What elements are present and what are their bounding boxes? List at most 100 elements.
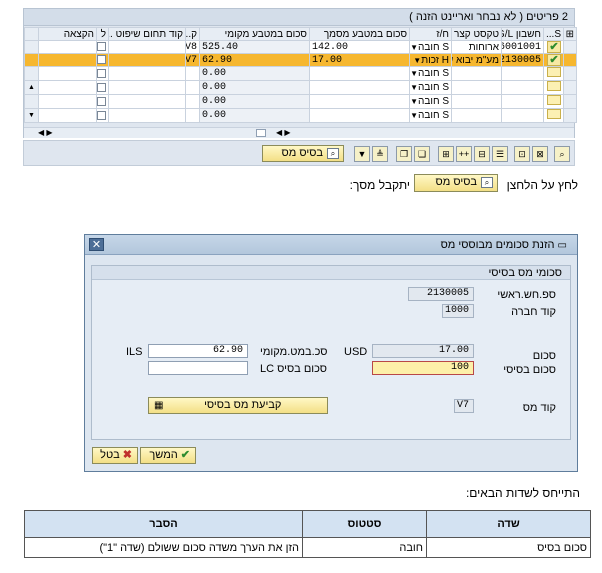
scroll-up-arrow[interactable]: ▲ (24, 80, 39, 95)
tax-code-cell[interactable]: V7 (185, 53, 200, 67)
gl-account-cell[interactable]: 6001001 (501, 40, 544, 54)
debit-credit-cell[interactable]: S חובה▼ (409, 40, 452, 54)
checkbox[interactable] (97, 82, 106, 92)
col-tax-code[interactable]: ק... (185, 27, 200, 41)
l-cell[interactable] (96, 80, 109, 95)
scroll-thumb[interactable] (256, 129, 266, 137)
l-cell[interactable] (96, 40, 109, 54)
cancel-button[interactable]: ✖ בטל (92, 447, 138, 464)
local-amount-field[interactable]: 62.90 (148, 344, 248, 358)
debit-credit-cell[interactable]: H זכות▼ (409, 53, 452, 67)
gl-account-cell[interactable]: 2130005 (501, 53, 544, 67)
paste-icon[interactable]: ❏ (414, 146, 430, 162)
dropdown-arrow-icon[interactable]: ▼ (411, 97, 419, 106)
scroll-down-arrow[interactable]: ▼ (24, 108, 39, 123)
gl-account-cell[interactable] (501, 94, 544, 109)
scroll-left-arrow-icon[interactable]: ◀ ▶ (38, 128, 53, 137)
jurisdiction-cell[interactable] (108, 53, 186, 67)
row-selector[interactable] (563, 66, 577, 81)
tax-basis-button[interactable]: ⌕ בסיס מס (262, 145, 344, 162)
row-selector-header[interactable]: ⊞ (563, 27, 577, 41)
table-row[interactable]: ✔ 6001001 ארוחות S חובה▼ 142.00 525.40 V… (24, 40, 577, 54)
jurisdiction-cell[interactable] (108, 108, 186, 123)
checkbox[interactable] (97, 55, 106, 65)
col-l[interactable]: ל (96, 27, 109, 41)
scroll-right-arrow-icon[interactable]: ◀ ▶ (276, 128, 291, 137)
col-short-text[interactable]: טקסט קצר (451, 27, 502, 41)
short-text-cell[interactable] (451, 80, 502, 95)
assignment-cell[interactable] (38, 40, 97, 54)
insert-row-icon[interactable]: ⊞ (438, 146, 454, 162)
lc-basis-input[interactable] (148, 361, 248, 375)
tax-code-cell[interactable] (185, 80, 200, 95)
row-selector[interactable] (563, 94, 577, 109)
doc-amount-cell[interactable] (309, 66, 410, 81)
jurisdiction-cell[interactable] (108, 80, 186, 95)
close-icon[interactable]: ✕ (89, 238, 104, 251)
debit-credit-cell[interactable]: S חובה▼ (409, 94, 452, 109)
l-cell[interactable] (96, 94, 109, 109)
jurisdiction-cell[interactable] (108, 40, 186, 54)
tax-code-cell[interactable]: V8 (185, 40, 200, 54)
tax-code-cell[interactable] (185, 94, 200, 109)
tax-code-cell[interactable] (185, 66, 200, 81)
doc-amount-cell[interactable]: 17.00 (309, 53, 410, 67)
dropdown-arrow-icon[interactable]: ▼ (413, 56, 421, 65)
gl-account-cell[interactable] (501, 80, 544, 95)
details-icon[interactable]: ☰ (492, 146, 508, 162)
l-cell[interactable] (96, 108, 109, 123)
col-status[interactable]: S... (543, 27, 564, 41)
row-selector[interactable] (563, 108, 577, 123)
doc-amount-cell[interactable] (309, 94, 410, 109)
assignment-cell[interactable] (38, 108, 97, 123)
short-text-cell[interactable] (451, 94, 502, 109)
delete-row-icon[interactable]: ⊟ (474, 146, 490, 162)
basis-amount-input[interactable]: 100 (372, 361, 474, 375)
continue-button[interactable]: ✔ המשך (140, 447, 196, 464)
scrollbar-track[interactable] (24, 94, 39, 109)
row-selector[interactable] (563, 80, 577, 95)
assignment-cell[interactable] (38, 66, 97, 81)
table-row[interactable]: S חובה▼ 0.00 (24, 66, 577, 81)
l-cell[interactable] (96, 53, 109, 67)
col-debit-credit[interactable]: ח/ז (409, 27, 452, 41)
row-selector[interactable] (563, 40, 577, 54)
col-jurisdiction[interactable]: קוד תחום שיפוט ... (108, 27, 186, 41)
assignment-cell[interactable] (38, 80, 97, 95)
col-assignment[interactable]: הקצאה (38, 27, 97, 41)
short-text-cell[interactable]: מע"מ יבוא ש (451, 53, 502, 67)
jurisdiction-cell[interactable] (108, 66, 186, 81)
checkbox[interactable] (97, 110, 106, 120)
short-text-cell[interactable] (451, 66, 502, 81)
horizontal-scrollbar[interactable]: ◀ ▶ ◀ ▶ (24, 127, 574, 138)
short-text-cell[interactable]: ארוחות (451, 40, 502, 54)
table-row[interactable]: S חובה▼ 0.00 ▲ (24, 80, 577, 95)
debit-credit-cell[interactable]: S חובה▼ (409, 108, 452, 123)
col-doc-amount[interactable]: סכום במטבע מסמך (309, 27, 410, 41)
row-selector[interactable] (563, 53, 577, 67)
l-cell[interactable] (96, 66, 109, 81)
checkbox[interactable] (97, 96, 106, 106)
dropdown-arrow-icon[interactable]: ▼ (411, 83, 419, 92)
short-text-cell[interactable] (451, 108, 502, 123)
checkbox[interactable] (97, 42, 106, 52)
copy-icon[interactable]: ❐ (396, 146, 412, 162)
select-all-icon[interactable]: ⊡ (514, 146, 530, 162)
col-local-amount[interactable]: סכום במטבע מקומי (199, 27, 310, 41)
doc-amount-cell[interactable] (309, 108, 410, 123)
debit-credit-cell[interactable]: S חובה▼ (409, 80, 452, 95)
dropdown-arrow-icon[interactable]: ▼ (411, 111, 419, 120)
table-row-selected[interactable]: ✔ 2130005 מע"מ יבוא ש H זכות▼ 17.00 62.9… (24, 53, 577, 67)
gl-account-cell[interactable] (501, 66, 544, 81)
sort-icon[interactable]: ≜ (372, 146, 388, 162)
col-gl-account[interactable]: חשבון G/L (501, 27, 544, 41)
assignment-cell[interactable] (38, 53, 97, 67)
dropdown-arrow-icon[interactable]: ▼ (411, 69, 419, 78)
checkbox[interactable] (97, 68, 106, 78)
debit-credit-cell[interactable]: S חובה▼ (409, 66, 452, 81)
assignment-cell[interactable] (38, 94, 97, 109)
find-icon[interactable]: ⌕ (554, 146, 570, 162)
doc-amount-cell[interactable] (309, 80, 410, 95)
doc-amount-cell[interactable]: 142.00 (309, 40, 410, 54)
dropdown-arrow-icon[interactable]: ▼ (411, 43, 419, 52)
